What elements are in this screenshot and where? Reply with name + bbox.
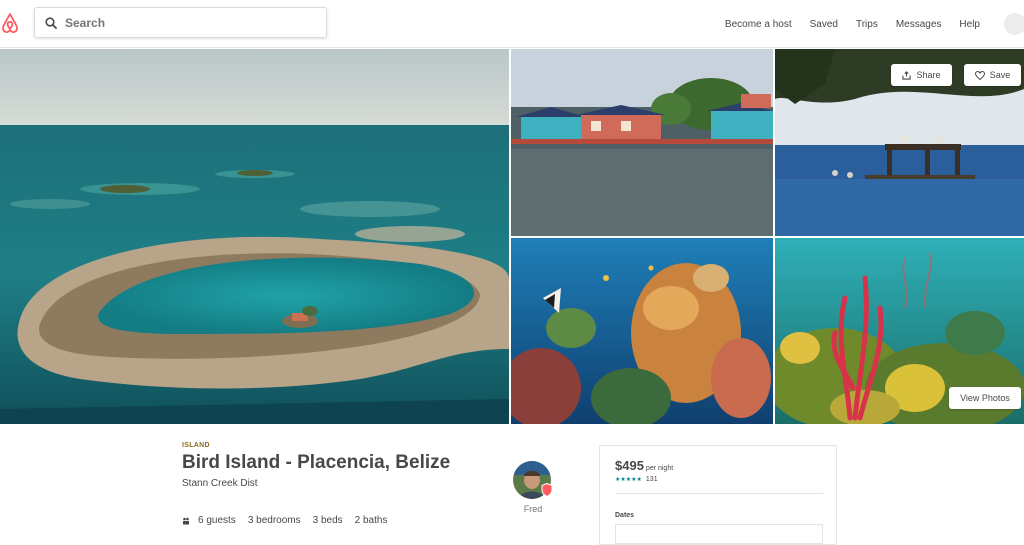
listing-kind: ISLAND — [182, 442, 210, 449]
save-button[interactable]: Save — [964, 64, 1021, 86]
listing-amenities: 6 guests 3 bedrooms 3 beds 2 baths — [182, 515, 399, 526]
listing-title: Bird Island - Placencia, Belize — [182, 452, 451, 473]
divider — [615, 493, 823, 494]
amenity-guests: 6 guests — [198, 515, 236, 526]
star-rating-icon: ★★★★★ — [615, 477, 642, 483]
photo-gallery: Share Save View Photos — [0, 49, 1024, 424]
photo-stilt-houses[interactable] — [511, 49, 773, 236]
search-box[interactable] — [34, 7, 327, 38]
main-photo-island-aerial[interactable] — [0, 49, 509, 424]
dates-input[interactable] — [615, 524, 823, 544]
view-photos-button[interactable]: View Photos — [949, 387, 1021, 409]
listing-location[interactable]: Stann Creek Dist — [182, 478, 450, 489]
nav-trips[interactable]: Trips — [856, 19, 878, 30]
airbnb-logo-icon[interactable] — [0, 12, 20, 34]
price-line: $495 per night — [615, 458, 673, 473]
nav-messages[interactable]: Messages — [896, 19, 942, 30]
search-icon — [45, 16, 57, 29]
share-label: Share — [916, 70, 941, 80]
top-header: Become a host Saved Trips Messages Help — [0, 0, 1024, 48]
amenity-baths: 2 baths — [354, 515, 388, 526]
guests-icon — [183, 517, 189, 524]
amenity-bedrooms: 3 bedrooms — [247, 515, 301, 526]
save-label: Save — [989, 70, 1011, 80]
search-input[interactable] — [65, 15, 295, 30]
nav-become-a-host[interactable]: Become a host — [725, 19, 792, 30]
listing-summary: ISLAND Bird Island - Placencia, Belize S… — [182, 442, 450, 489]
host-name: Fred — [523, 504, 543, 514]
review-count: 131 — [645, 476, 658, 483]
user-avatar[interactable] — [1004, 13, 1024, 35]
share-icon — [902, 70, 912, 80]
dates-label: Dates — [615, 512, 635, 519]
share-button[interactable]: Share — [891, 64, 952, 86]
price-unit: per night — [645, 465, 674, 472]
nav-help[interactable]: Help — [959, 19, 980, 30]
amenity-beds: 3 beds — [312, 515, 343, 526]
heart-icon — [974, 70, 985, 80]
nav-saved[interactable]: Saved — [810, 19, 838, 30]
superhost-badge-icon — [541, 483, 553, 497]
booking-panel: $495 per night ★★★★★ 131 Dates — [599, 445, 837, 545]
view-photos-label: View Photos — [960, 393, 1010, 403]
rating[interactable]: ★★★★★ 131 — [615, 476, 658, 483]
nightly-price: $495 — [615, 458, 644, 473]
top-nav: Become a host Saved Trips Messages Help — [725, 0, 1024, 48]
photo-coral-reef-fish[interactable] — [511, 238, 773, 424]
